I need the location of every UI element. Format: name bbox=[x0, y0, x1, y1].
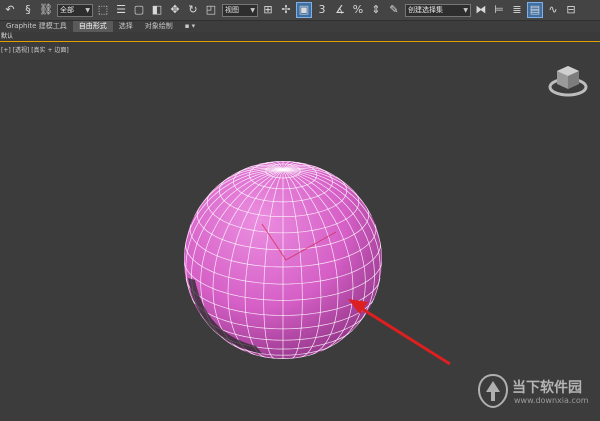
main-toolbar: ↶ § ⛓ 全部 ▼ ⬚ ☰ ▢ ◧ ✥ ↻ ◰ 视图 ▼ ⊞ ✢ ▣ 3 ∡ … bbox=[0, 0, 600, 21]
pivot-icon[interactable]: ⊞ bbox=[260, 2, 276, 18]
tab-selection[interactable]: 选择 bbox=[113, 21, 139, 32]
percent-label: % bbox=[352, 3, 364, 16]
ref-coord-value: 视图 bbox=[225, 6, 239, 14]
edit-named-sel-icon[interactable]: ✎ bbox=[386, 2, 402, 18]
keyboard-shortcut-icon[interactable]: ▣ bbox=[296, 2, 312, 18]
ref-coord-dropdown[interactable]: 视图 ▼ bbox=[222, 3, 258, 17]
percent-snap-icon[interactable]: % bbox=[350, 2, 366, 18]
graphite-toggle-icon[interactable]: ▤ bbox=[527, 2, 543, 18]
snap-label: 3 bbox=[318, 3, 326, 16]
panel-label: 默认 bbox=[1, 33, 14, 40]
watermark-name: 当下软件园 bbox=[512, 380, 582, 396]
sphere-object[interactable] bbox=[0, 42, 600, 421]
watermark: 当下软件园 www.downxia.com bbox=[478, 374, 596, 414]
chevron-down-icon: ▼ bbox=[463, 6, 468, 14]
annotation-arrow bbox=[348, 299, 451, 366]
window-crossing-icon[interactable]: ◧ bbox=[149, 2, 165, 18]
tab-graphite[interactable]: Graphite 建模工具 bbox=[0, 21, 73, 32]
align-icon[interactable]: ⊨ bbox=[491, 2, 507, 18]
move-icon[interactable]: ✥ bbox=[167, 2, 183, 18]
downxia-logo-icon bbox=[478, 374, 508, 408]
schematic-icon[interactable]: ⊟ bbox=[563, 2, 579, 18]
layer-icon[interactable]: ≣ bbox=[509, 2, 525, 18]
rotate-icon[interactable]: ↻ bbox=[185, 2, 201, 18]
rect-select-icon[interactable]: ▢ bbox=[131, 2, 147, 18]
named-selection-dropdown[interactable]: 创建选择集 ▼ bbox=[405, 3, 471, 17]
tab-freeform[interactable]: 自由形式 bbox=[72, 21, 113, 32]
select-object-icon[interactable]: ⬚ bbox=[95, 2, 111, 18]
undo-icon[interactable]: ↶ bbox=[2, 2, 18, 18]
mirror-icon[interactable]: ⧓ bbox=[473, 2, 489, 18]
tab-object-paint[interactable]: 对象绘制 bbox=[139, 21, 179, 32]
redo-icon[interactable]: § bbox=[20, 2, 36, 18]
chevron-down-icon: ▼ bbox=[85, 6, 90, 14]
scale-icon[interactable]: ◰ bbox=[203, 2, 219, 18]
chevron-down-icon: ▼ bbox=[250, 6, 255, 14]
spinner-snap-icon[interactable]: ⇕ bbox=[368, 2, 384, 18]
ribbon-panel: 默认 bbox=[0, 32, 600, 42]
select-manipulate-icon[interactable]: ✢ bbox=[278, 2, 294, 18]
ribbon-options-button[interactable]: ▪ ▾ bbox=[179, 21, 201, 32]
named-selection-value: 创建选择集 bbox=[408, 6, 443, 14]
watermark-url: www.downxia.com bbox=[514, 396, 589, 405]
curve-editor-icon[interactable]: ∿ bbox=[545, 2, 561, 18]
select-by-name-icon[interactable]: ☰ bbox=[113, 2, 129, 18]
snap-toggle-icon[interactable]: 3 bbox=[314, 2, 330, 18]
angle-snap-icon[interactable]: ∡ bbox=[332, 2, 348, 18]
link-icon[interactable]: ⛓ bbox=[38, 2, 54, 18]
selection-filter-value: 全部 bbox=[60, 6, 74, 14]
perspective-viewport[interactable]: [+] [透视] [真实 + 边面] bbox=[0, 42, 600, 421]
selection-filter-dropdown[interactable]: 全部 ▼ bbox=[57, 3, 93, 17]
